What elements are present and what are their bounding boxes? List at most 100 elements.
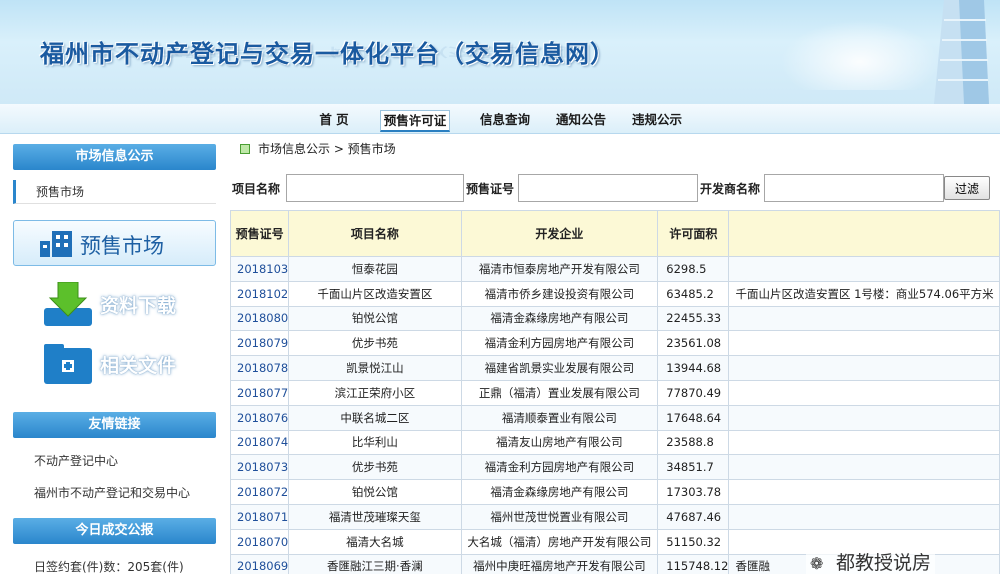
nav-violations[interactable]: 违规公示 bbox=[626, 110, 688, 132]
main-nav: 首 页 预售许可证 信息查询 通知公告 违规公示 bbox=[0, 104, 1000, 134]
sidebar-item-presale-market[interactable]: 预售市场 bbox=[13, 180, 216, 204]
row-permit-no[interactable]: 2018073 bbox=[229, 454, 290, 481]
table-row[interactable]: 2018102 千面山片区改造安置区 福清市侨乡建设投资有限公司 63485.2 千面山… bbox=[229, 280, 1000, 307]
row-permit-no[interactable]: 2018074 bbox=[229, 429, 290, 456]
row-project-name[interactable]: 铂悦公馆 bbox=[288, 305, 462, 332]
row-project-name[interactable]: 福清大名城 bbox=[288, 528, 462, 555]
market-info-heading: 市场信息公示 bbox=[13, 144, 216, 170]
table-row[interactable]: 2018071 福清世茂璀璨天玺 福州世茂世悦置业有限公司 47687.46 bbox=[229, 503, 1000, 530]
row-project-name[interactable]: 凯景悦江山 bbox=[288, 355, 462, 381]
header-permit-area: 许可面积 bbox=[657, 210, 730, 257]
row-project-name[interactable]: 恒泰花园 bbox=[288, 256, 462, 282]
related-docs-label: 相关文件 bbox=[100, 355, 177, 377]
row-developer: 大名城（福清）房地产开发有限公司 bbox=[460, 528, 659, 555]
table-row[interactable]: 2018079 优步书苑 福清金利方园房地产有限公司 23561.08 bbox=[229, 330, 1000, 357]
today-deals-text: 日签约套(件)数：205套(件) bbox=[34, 560, 184, 574]
row-note bbox=[728, 379, 1000, 406]
row-developer: 福清市恒泰房地产开发有限公司 bbox=[460, 256, 659, 282]
row-permit-area: 77870.49 bbox=[657, 379, 730, 406]
row-permit-no[interactable]: 2018078 bbox=[229, 355, 290, 381]
links-heading: 友情链接 bbox=[13, 412, 216, 438]
table-row[interactable]: 2018072 铂悦公馆 福清金森缘房地产有限公司 17303.78 bbox=[229, 479, 1000, 505]
row-developer: 福清顺泰置业有限公司 bbox=[460, 404, 659, 431]
row-developer: 福清市侨乡建设投资有限公司 bbox=[460, 280, 659, 307]
row-permit-no[interactable]: 2018071 bbox=[229, 503, 290, 530]
download-link[interactable]: 资料下载 bbox=[40, 280, 200, 328]
row-project-name[interactable]: 福清世茂璀璨天玺 bbox=[288, 503, 462, 530]
row-permit-area: 47687.46 bbox=[657, 503, 730, 530]
table-row[interactable]: 2018073 优步书苑 福清金利方园房地产有限公司 34851.7 bbox=[229, 454, 1000, 481]
row-permit-area: 115748.12 bbox=[657, 553, 730, 574]
developer-name-label: 开发商名称 bbox=[700, 182, 761, 196]
row-project-name[interactable]: 铂悦公馆 bbox=[288, 479, 462, 505]
nav-info-query[interactable]: 信息查询 bbox=[474, 110, 536, 132]
row-project-name[interactable]: 中联名城二区 bbox=[288, 404, 462, 431]
row-permit-no[interactable]: 2018103 bbox=[229, 256, 290, 282]
row-project-name[interactable]: 优步书苑 bbox=[288, 454, 462, 481]
row-permit-no[interactable]: 2018070 bbox=[229, 528, 290, 555]
row-developer: 福清金森缘房地产有限公司 bbox=[460, 305, 659, 332]
today-deals-heading: 今日成交公报 bbox=[13, 518, 216, 544]
row-note bbox=[728, 330, 1000, 357]
table-row[interactable]: 2018078 凯景悦江山 福建省凯景实业发展有限公司 13944.68 bbox=[229, 355, 1000, 381]
row-permit-area: 13944.68 bbox=[657, 355, 730, 381]
row-permit-no[interactable]: 2018076 bbox=[229, 404, 290, 431]
link-registration-center[interactable]: 不动产登记中心 bbox=[34, 452, 118, 469]
row-note: 千面山片区改造安置区 1号楼：商业574.06平方米 bbox=[728, 280, 1000, 307]
developer-name-input[interactable] bbox=[764, 174, 944, 202]
header-permit-no: 预售证号 bbox=[229, 210, 290, 257]
row-permit-no[interactable]: 2018079 bbox=[229, 330, 290, 357]
row-developer: 福清金利方园房地产有限公司 bbox=[460, 454, 659, 481]
row-project-name[interactable]: 优步书苑 bbox=[288, 330, 462, 357]
nav-presale-permit[interactable]: 预售许可证 bbox=[380, 110, 450, 132]
row-developer: 福州世茂世悦置业有限公司 bbox=[460, 503, 659, 530]
row-permit-no[interactable]: 2018102 bbox=[229, 280, 290, 307]
table-body: 2018103 恒泰花园 福清市恒泰房地产开发有限公司 6298.5 2018102 千面… bbox=[229, 256, 1000, 574]
row-permit-area: 17303.78 bbox=[657, 479, 730, 505]
breadcrumb-text: 市场信息公示 > 预售市场 bbox=[258, 142, 396, 156]
wechat-icon: ❁ bbox=[810, 554, 824, 573]
table-row[interactable]: 2018080 铂悦公馆 福清金森缘房地产有限公司 22455.33 bbox=[229, 305, 1000, 332]
row-permit-no[interactable]: 2018072 bbox=[229, 479, 290, 505]
filter-bar: 项目名称 预售证号 开发商名称 过滤 bbox=[228, 172, 1000, 204]
presale-market-button[interactable]: 预售市场 bbox=[13, 220, 216, 266]
row-permit-area: 17648.64 bbox=[657, 404, 730, 431]
project-name-label: 项目名称 bbox=[232, 182, 281, 196]
skyscraper-illustration bbox=[934, 0, 989, 104]
row-project-name[interactable]: 香匯融江三期·香澜 bbox=[288, 553, 462, 574]
table-row[interactable]: 2018076 中联名城二区 福清顺泰置业有限公司 17648.64 bbox=[229, 404, 1000, 431]
row-project-name[interactable]: 比华利山 bbox=[288, 429, 462, 456]
table-row[interactable]: 2018103 恒泰花园 福清市恒泰房地产开发有限公司 6298.5 bbox=[229, 256, 1000, 282]
nav-home[interactable]: 首 页 bbox=[310, 110, 358, 132]
permit-no-input[interactable] bbox=[518, 174, 698, 202]
row-developer: 正鼎（福清）置业发展有限公司 bbox=[460, 379, 659, 406]
table-row[interactable]: 2018074 比华利山 福清友山房地产有限公司 23588.8 bbox=[229, 429, 1000, 456]
row-note bbox=[728, 454, 1000, 481]
table-row[interactable]: 2018077 滨江正荣府小区 正鼎（福清）置业发展有限公司 77870.49 bbox=[229, 379, 1000, 406]
row-project-name[interactable]: 滨江正荣府小区 bbox=[288, 379, 462, 406]
related-docs-link[interactable]: 相关文件 bbox=[40, 340, 200, 388]
checkbox-icon bbox=[240, 144, 250, 154]
header-banner: 福州市不动产登记与交易一体化平台（交易信息网） 福州市不动产登记与交易一体化平台… bbox=[0, 0, 1000, 104]
row-permit-no[interactable]: 2018080 bbox=[229, 305, 290, 332]
row-permit-no[interactable]: 2018069 bbox=[229, 553, 290, 574]
row-project-name[interactable]: 千面山片区改造安置区 bbox=[288, 280, 462, 307]
row-developer: 福清金利方园房地产有限公司 bbox=[460, 330, 659, 357]
row-developer: 福清友山房地产有限公司 bbox=[460, 429, 659, 456]
row-note bbox=[728, 404, 1000, 431]
row-note bbox=[728, 503, 1000, 530]
folder-icon bbox=[44, 344, 92, 384]
row-permit-area: 23561.08 bbox=[657, 330, 730, 357]
row-note bbox=[728, 256, 1000, 282]
header-note bbox=[728, 210, 1000, 257]
row-note bbox=[728, 355, 1000, 381]
row-permit-area: 23588.8 bbox=[657, 429, 730, 456]
filter-button[interactable]: 过滤 bbox=[944, 176, 990, 200]
link-fuzhou-trading-center[interactable]: 福州市不动产登记和交易中心 bbox=[34, 484, 190, 501]
nav-notices[interactable]: 通知公告 bbox=[550, 110, 612, 132]
watermark: ❁ 都教授说房 bbox=[806, 548, 936, 574]
project-name-input[interactable] bbox=[286, 174, 464, 202]
presale-market-button-label: 预售市场 bbox=[80, 234, 164, 258]
row-note bbox=[728, 305, 1000, 332]
row-permit-no[interactable]: 2018077 bbox=[229, 379, 290, 406]
